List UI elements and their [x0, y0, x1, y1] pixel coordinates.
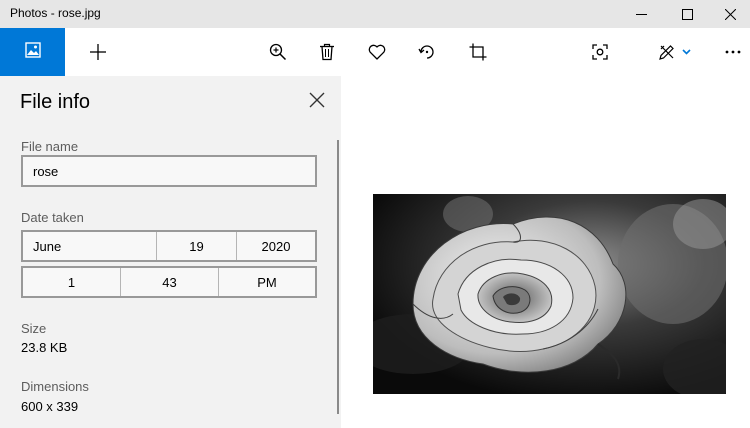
add-icon [89, 43, 107, 61]
crop-button[interactable] [458, 28, 498, 76]
date-day[interactable]: 19 [157, 232, 237, 260]
time-picker[interactable]: 1 43 PM [21, 266, 317, 298]
enhance-button[interactable] [580, 28, 620, 76]
date-month[interactable]: June [23, 232, 157, 260]
panel-close-button[interactable] [306, 91, 328, 113]
file-name-value: rose [33, 163, 59, 179]
favorite-button[interactable] [357, 28, 397, 76]
size-label: Size [21, 321, 47, 336]
title-bar: Photos - rose.jpg [0, 0, 750, 28]
zoom-in-button[interactable] [258, 28, 298, 76]
minimize-icon [635, 9, 647, 20]
maximize-icon [681, 8, 693, 20]
chevron-down-icon [681, 49, 691, 55]
favorite-heart-icon [368, 44, 386, 60]
more-icon [725, 50, 741, 54]
more-button[interactable] [713, 28, 750, 76]
date-year[interactable]: 2020 [237, 232, 315, 260]
image-canvas[interactable] [341, 76, 750, 428]
time-minute[interactable]: 43 [121, 268, 219, 296]
toolbar [0, 28, 750, 76]
window-title: Photos - rose.jpg [10, 6, 101, 20]
close-icon [724, 8, 736, 20]
date-taken-label: Date taken [21, 210, 84, 225]
time-hour[interactable]: 1 [23, 268, 121, 296]
delete-icon [319, 43, 335, 61]
date-picker[interactable]: June 19 2020 [21, 230, 317, 262]
rotate-icon [418, 43, 436, 61]
maximize-button[interactable] [664, 0, 710, 28]
photo [373, 194, 726, 394]
photos-window: Photos - rose.jpg File info File name ro… [0, 0, 750, 428]
size-value: 23.8 KB [21, 340, 68, 355]
dimensions-label: Dimensions [21, 379, 89, 394]
delete-button[interactable] [307, 28, 347, 76]
edit-create-button[interactable] [648, 28, 700, 76]
file-name-field[interactable]: rose [21, 155, 317, 187]
add-button[interactable] [78, 28, 118, 76]
edit-create-icon [658, 43, 676, 61]
file-name-label: File name [21, 139, 79, 154]
time-period[interactable]: PM [219, 268, 315, 296]
rotate-button[interactable] [407, 28, 447, 76]
image-thumbnail-icon [24, 41, 41, 63]
close-button[interactable] [710, 0, 750, 28]
dimensions-value: 600 x 339 [21, 399, 79, 414]
zoom-in-icon [269, 43, 287, 61]
minimize-button[interactable] [618, 0, 664, 28]
panel-title: File info [20, 91, 91, 113]
image-thumbnail-button[interactable] [0, 28, 65, 76]
crop-icon [469, 43, 487, 61]
rose-photo-image [373, 194, 726, 394]
file-info-panel: File info File name rose Date taken June… [0, 76, 341, 428]
panel-scrollbar[interactable] [337, 140, 339, 414]
enhance-icon [592, 44, 608, 60]
close-icon [309, 92, 325, 113]
